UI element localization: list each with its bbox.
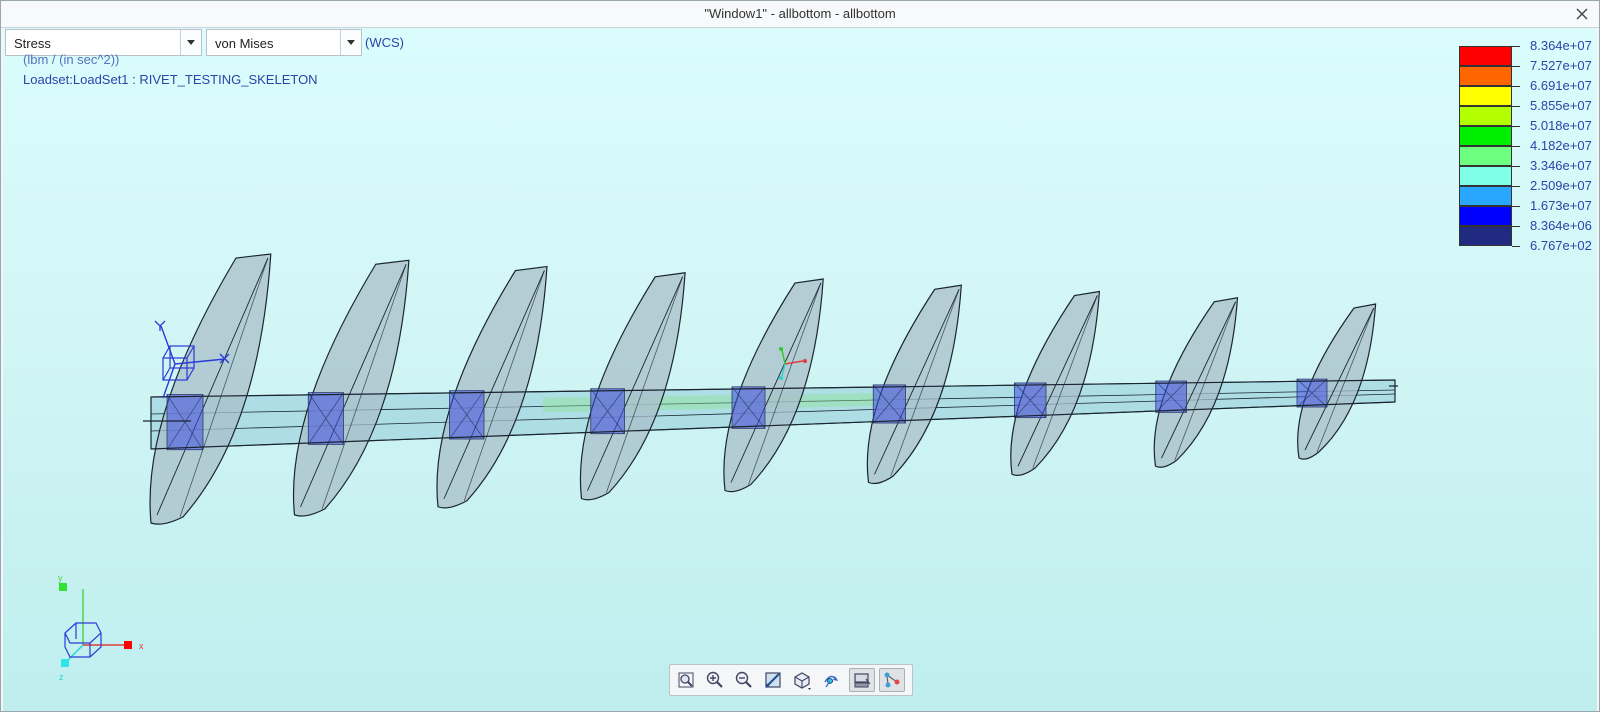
legend-swatch xyxy=(1459,86,1512,106)
pan-zoom-icon xyxy=(765,672,781,688)
refit-button[interactable] xyxy=(673,668,699,692)
rib xyxy=(866,284,962,485)
legend-tick xyxy=(1512,246,1520,247)
legend-label: 5.855e+07 xyxy=(1530,98,1592,113)
legend-tick xyxy=(1512,206,1520,207)
legend-label: 4.182e+07 xyxy=(1530,138,1592,153)
rib xyxy=(292,259,410,517)
zoom-in-icon xyxy=(706,671,723,688)
zoom-out-icon xyxy=(735,671,752,688)
fea-model-render[interactable] xyxy=(3,28,1597,711)
legend-swatch xyxy=(1459,106,1512,126)
view-orient-button[interactable] xyxy=(789,668,815,692)
legend-swatch xyxy=(1459,186,1512,206)
rib-body xyxy=(149,253,272,525)
spin-center-icon xyxy=(824,675,838,688)
legend-swatch xyxy=(1459,146,1512,166)
pan-zoom-button[interactable] xyxy=(760,668,786,692)
legend-swatch xyxy=(1459,46,1512,66)
view-toolbar xyxy=(669,664,913,696)
legend-tick xyxy=(1512,86,1520,87)
legend-swatch xyxy=(1459,66,1512,86)
datum-display-button[interactable] xyxy=(879,668,905,692)
legend-tick xyxy=(1512,226,1520,227)
zoom-out-button[interactable] xyxy=(731,668,757,692)
legend-label: 6.767e+02 xyxy=(1530,238,1592,253)
orientation-triad: y x z xyxy=(58,573,144,682)
refit-icon xyxy=(678,672,694,688)
window-title: "Window1" - allbottom - allbottom xyxy=(704,6,896,21)
view-orient-icon xyxy=(794,672,811,690)
display-style-button[interactable] xyxy=(849,668,875,692)
legend-label: 8.364e+07 xyxy=(1530,38,1592,53)
rib xyxy=(149,253,272,525)
triad-y-label: y xyxy=(58,573,63,583)
rib xyxy=(579,272,686,501)
rib xyxy=(723,278,824,493)
triad-x-label: x xyxy=(139,641,144,651)
spin-center-button[interactable] xyxy=(818,668,844,692)
y-icon xyxy=(154,320,166,331)
legend-tick xyxy=(1512,126,1520,127)
legend-label: 8.364e+06 xyxy=(1530,218,1592,233)
datum-display-icon xyxy=(884,672,900,688)
legend-label: 3.346e+07 xyxy=(1530,158,1592,173)
title-bar[interactable]: "Window1" - allbottom - allbottom xyxy=(1,1,1599,28)
legend-label: 2.509e+07 xyxy=(1530,178,1592,193)
legend-label: 6.691e+07 xyxy=(1530,78,1592,93)
legend-tick xyxy=(1512,66,1520,67)
legend-tick xyxy=(1512,166,1520,167)
legend-swatch xyxy=(1459,206,1512,226)
graphics-viewport[interactable]: Stress von Mises (WCS) (lbm / (in sec^2)… xyxy=(3,28,1597,711)
legend-tick xyxy=(1512,186,1520,187)
legend-swatch xyxy=(1459,226,1512,246)
legend-label: 7.527e+07 xyxy=(1530,58,1592,73)
application-window: "Window1" - allbottom - allbottom Stress… xyxy=(0,0,1600,712)
legend-label: 5.018e+07 xyxy=(1530,118,1592,133)
legend-swatch xyxy=(1459,166,1512,186)
legend-swatch xyxy=(1459,126,1512,146)
display-style-icon xyxy=(854,673,871,688)
close-button[interactable] xyxy=(1573,5,1591,23)
triad-z-label: z xyxy=(59,672,64,682)
rib xyxy=(436,265,548,509)
legend-label: 1.673e+07 xyxy=(1530,198,1592,213)
legend-tick xyxy=(1512,106,1520,107)
rib xyxy=(1010,290,1101,476)
close-icon xyxy=(1576,8,1588,20)
legend-tick xyxy=(1512,146,1520,147)
legend-tick xyxy=(1512,46,1520,47)
zoom-in-button[interactable] xyxy=(702,668,728,692)
